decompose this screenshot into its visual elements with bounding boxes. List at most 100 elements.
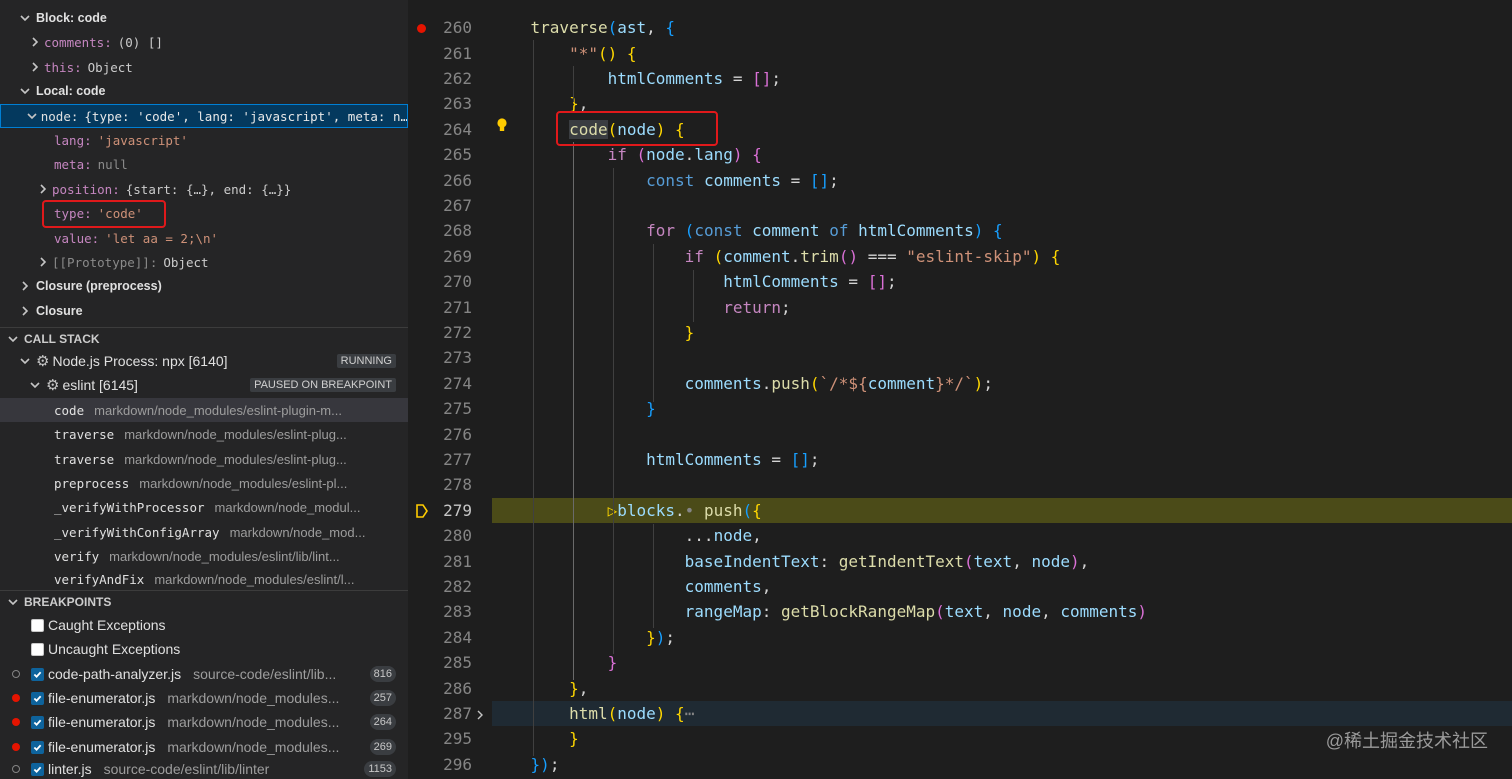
code-line[interactable]: htmlComments = []; [492,447,1512,472]
variable-row[interactable]: [[Prototype]]: Object [0,250,408,274]
lightbulb-icon[interactable] [495,117,509,133]
variable-row[interactable]: position: {start: {…}, end: {…}} [0,177,408,201]
exception-toggle[interactable]: Caught Exceptions [0,613,408,637]
stack-frame[interactable]: traverse markdown/node_modules/eslint-pl… [0,447,408,471]
code-line[interactable]: html(node) {⋯ [492,700,1512,727]
code-line[interactable]: comments. push(`/*${comment}*/`); [492,371,1512,396]
scope-closure[interactable]: Closure [0,299,408,323]
line-number[interactable]: 296 [408,752,492,777]
code-line[interactable]: const comments = []; [492,167,1512,192]
code-token: . [675,500,685,520]
chevron-right-icon[interactable] [475,709,485,721]
line-number[interactable]: 269 [408,244,492,269]
code-line[interactable]: return; [492,294,1512,319]
stack-frame[interactable]: verify markdown/node_modules/eslint/lib/… [0,544,408,568]
code-line[interactable]: comments, [492,574,1512,599]
code-line[interactable]: baseIndentText: getIndentText(text, node… [492,548,1512,573]
frame-name: code [54,402,85,418]
exception-toggle[interactable]: Uncaught Exceptions [0,637,408,661]
line-number[interactable]: 266 [408,167,492,192]
code-token: traverse [530,18,608,38]
scope-local-code[interactable]: Local: code [0,79,408,103]
stack-frame[interactable]: _verifyWithConfigArray markdown/node_mod… [0,520,408,544]
line-number[interactable]: 273 [408,345,492,370]
variable-row-node[interactable]: node: {type: 'code', lang: 'javascript',… [0,104,408,128]
code-line[interactable]: } [492,320,1512,345]
code-line[interactable] [492,421,1512,446]
breakpoint-item[interactable]: file-enumerator.js markdown/node_modules… [0,735,408,759]
code-line[interactable]: htmlComments = []; [492,66,1512,91]
breakpoint-item[interactable]: file-enumerator.js markdown/node_modules… [0,686,408,710]
code-line[interactable]: ▷blocks.• push({ [492,497,1512,523]
breakpoint-dot-icon[interactable] [417,24,426,33]
line-number[interactable]: 282 [408,574,492,599]
line-number[interactable]: 274 [408,371,492,396]
line-number[interactable]: 263 [408,91,492,116]
line-number[interactable]: 280 [408,523,492,548]
stack-frame[interactable]: verifyAndFix markdown/node_modules/eslin… [0,569,408,589]
code-line[interactable]: }); [492,752,1512,777]
variable-row[interactable]: meta: null [0,152,408,176]
code-line[interactable]: ... node, [492,523,1512,548]
code-line[interactable] [492,345,1512,370]
line-number[interactable]: 283 [408,599,492,624]
stack-frame[interactable]: preprocess markdown/node_modules/eslint-… [0,471,408,495]
line-number[interactable]: 276 [408,421,492,446]
code-line[interactable]: for (const comment of htmlComments) { [492,218,1512,243]
process-row[interactable]: ⚙ Node.js Process: npx [6140] RUNNING [0,349,408,373]
line-number[interactable]: 285 [408,650,492,675]
frame-name: traverse [54,451,115,467]
code-line[interactable]: } [492,396,1512,421]
code-token: ( [684,221,695,241]
stack-frame[interactable]: code markdown/node_modules/eslint-plugin… [0,398,408,422]
scope-closure-preprocess[interactable]: Closure (preprocess) [0,274,408,298]
code-line[interactable]: }, [492,675,1512,700]
line-number[interactable]: 281 [408,548,492,573]
variable-row[interactable]: lang: 'javascript' [0,128,408,152]
checkbox[interactable] [31,642,44,656]
stack-frame[interactable]: _verifyWithProcessor markdown/node_modul… [0,495,408,519]
variable-row[interactable]: comments: (0) [] [0,30,408,54]
line-number[interactable]: 271 [408,294,492,319]
checkbox[interactable] [31,740,44,754]
line-number[interactable]: 270 [408,269,492,294]
code-line[interactable] [492,193,1512,218]
line-number[interactable]: 262 [408,66,492,91]
code-line[interactable]: traverse(ast, { [492,15,1512,40]
code-line[interactable] [492,472,1512,497]
code-line[interactable]: }); [492,625,1512,650]
line-number[interactable]: 278 [408,472,492,497]
checkbox[interactable] [31,618,44,632]
variable-row[interactable]: value: 'let aa = 2;\n' [0,226,408,250]
line-number[interactable]: 264 [408,117,492,142]
line-number[interactable]: 265 [408,142,492,167]
checkbox[interactable] [31,691,44,705]
code-editor[interactable]: 260 261 262 263 264 265 266 267 268 269 270 271 272 2… [408,0,1512,779]
variable-row[interactable]: this: Object [0,55,408,79]
code-line[interactable]: "*"() { [492,40,1512,65]
call-stack-header[interactable]: CALL STACK [0,327,408,349]
checkbox[interactable] [31,762,44,776]
process-row[interactable]: ⚙ eslint [6145] PAUSED ON BREAKPOINT [0,373,408,397]
line-number[interactable]: 284 [408,625,492,650]
checkbox[interactable] [31,667,44,681]
code-line[interactable]: htmlComments = []; [492,269,1512,294]
line-number[interactable]: 267 [408,193,492,218]
code-line[interactable]: if (comment. trim() === "eslint-skip") { [492,244,1512,269]
line-number[interactable]: 268 [408,218,492,243]
breakpoint-item[interactable]: linter.js source-code/eslint/lib/linter … [0,759,408,779]
code-line[interactable]: rangeMap: getBlockRangeMap(text, node, c… [492,599,1512,624]
line-number[interactable]: 295 [408,726,492,751]
checkbox[interactable] [31,715,44,729]
scope-block-code[interactable]: Block: code [0,6,408,30]
line-number[interactable]: 277 [408,447,492,472]
breakpoints-header[interactable]: BREAKPOINTS [0,590,408,612]
line-number[interactable]: 286 [408,675,492,700]
stack-frame[interactable]: traverse markdown/node_modules/eslint-pl… [0,422,408,446]
breakpoint-item[interactable]: code-path-analyzer.js source-code/eslint… [0,662,408,686]
breakpoint-item[interactable]: file-enumerator.js markdown/node_modules… [0,710,408,734]
line-number[interactable]: 272 [408,320,492,345]
line-number[interactable]: 275 [408,396,492,421]
code-line[interactable]: } [492,650,1512,675]
line-number[interactable]: 261 [408,40,492,65]
